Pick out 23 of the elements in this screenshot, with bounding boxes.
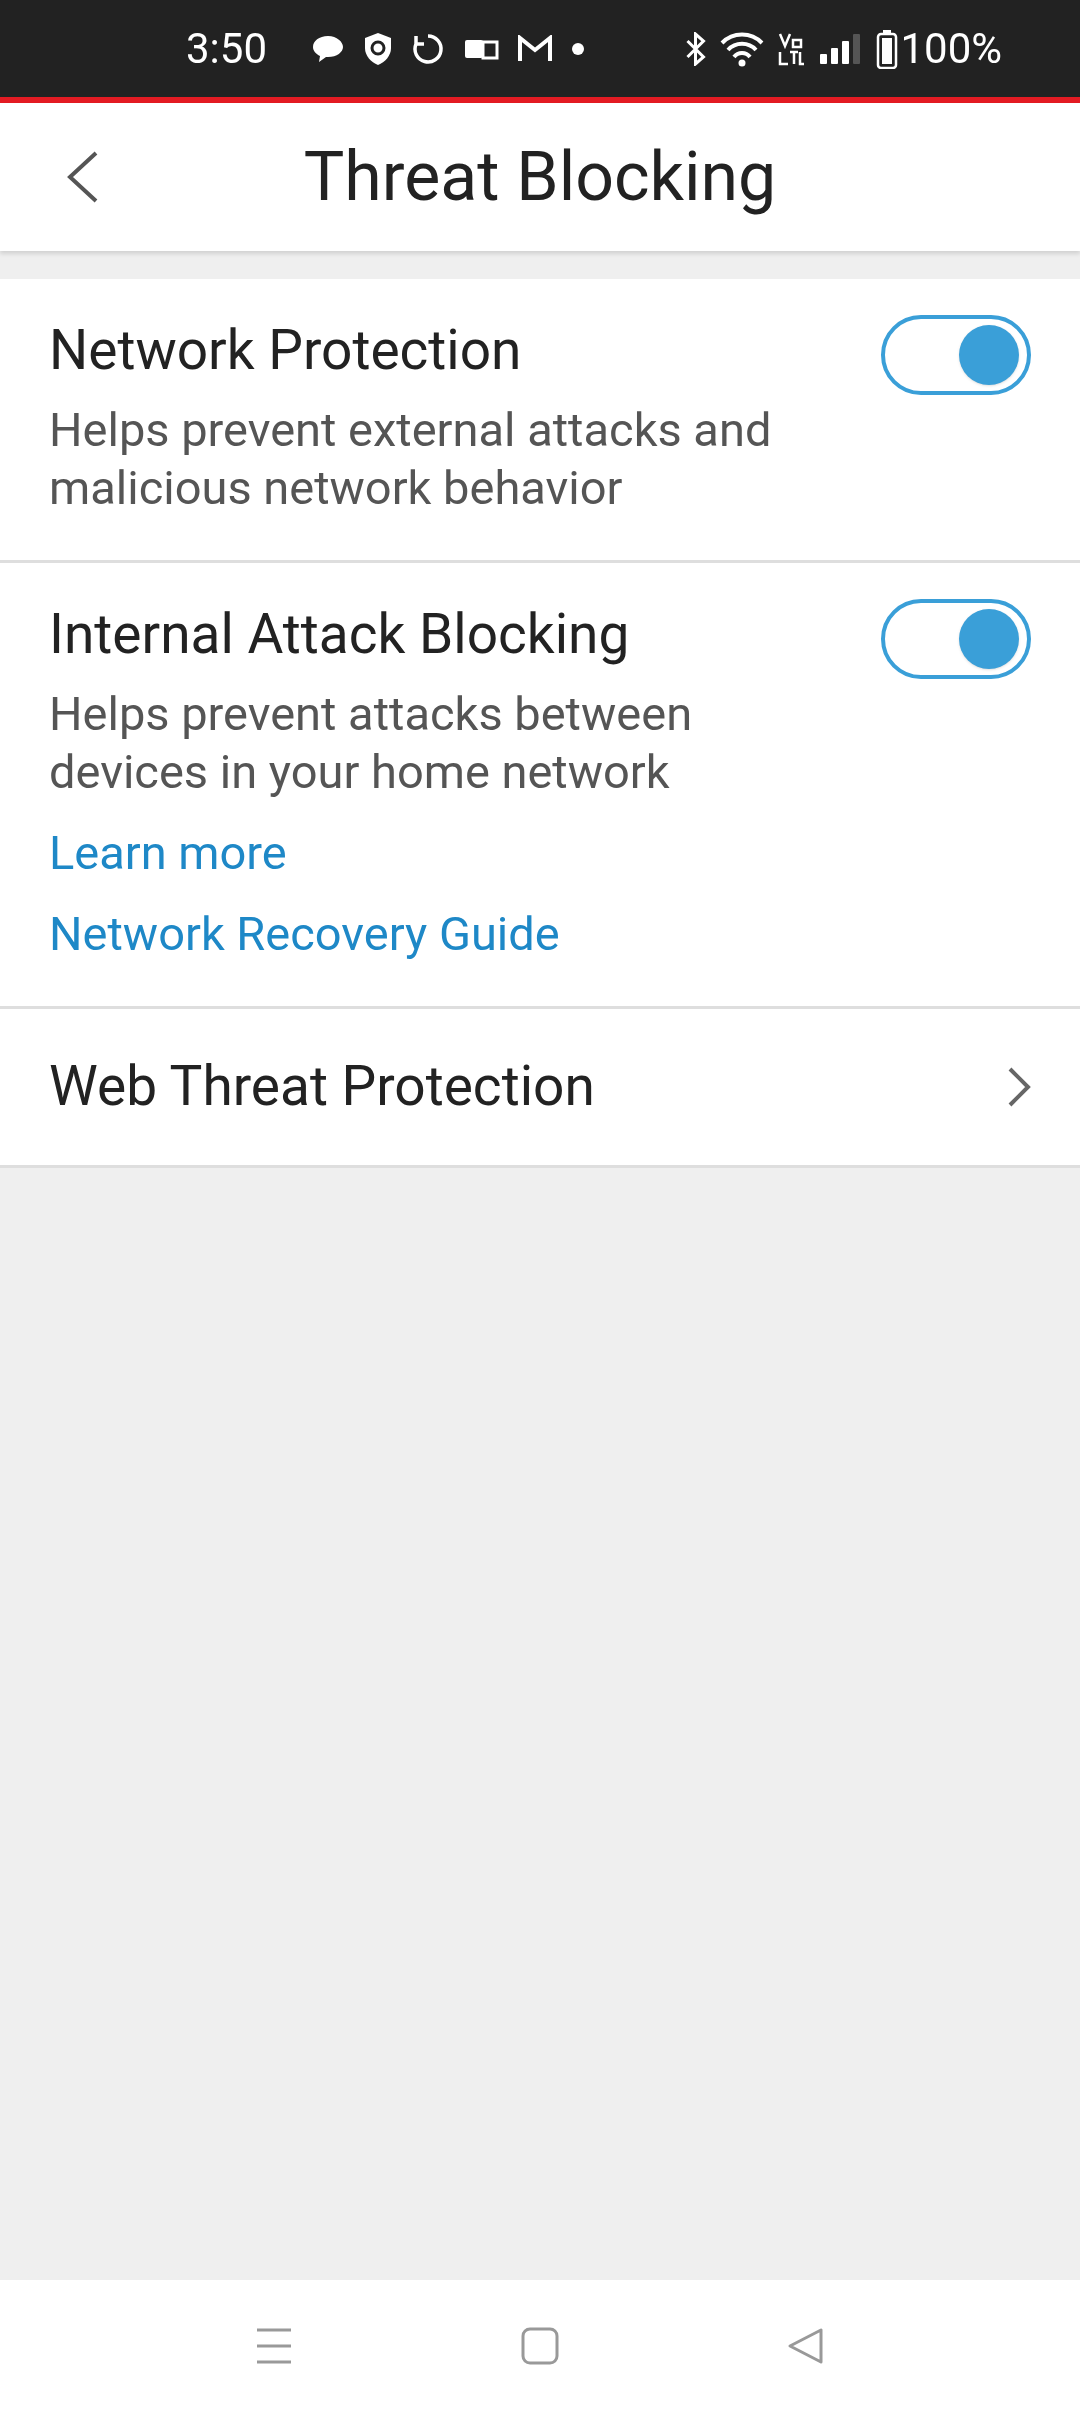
link[interactable]: Network Recovery Guide [49,903,881,965]
volte-icon [778,31,805,66]
setting-description: Helps prevent attacks between devices in your home network [49,684,694,802]
signal-icon [818,31,863,66]
chat-icon [311,33,345,64]
back-icon[interactable] [66,151,100,203]
battery-icon [876,28,899,69]
setting-title: Network Protection [49,317,523,384]
wifi-icon [720,30,765,67]
setting-description: Helps prevent external attacks and malicious network behavior [49,400,773,518]
status-time: 3:50 [186,23,267,75]
sync-icon [411,31,445,66]
chevron-right-icon[interactable] [1007,1065,1031,1108]
bluetooth-icon [686,31,707,66]
recent-apps-icon[interactable] [255,2327,293,2365]
dot-icon [571,41,585,56]
shield-icon [363,31,393,66]
home-icon[interactable] [521,2327,559,2365]
page-title: Threat Blocking [303,136,777,219]
battery-level: 100% [900,23,1002,75]
setting-title: Internal Attack Blocking [49,601,631,668]
link[interactable]: Learn more [49,822,881,884]
setting-title: Web Threat Protection [49,1053,596,1121]
